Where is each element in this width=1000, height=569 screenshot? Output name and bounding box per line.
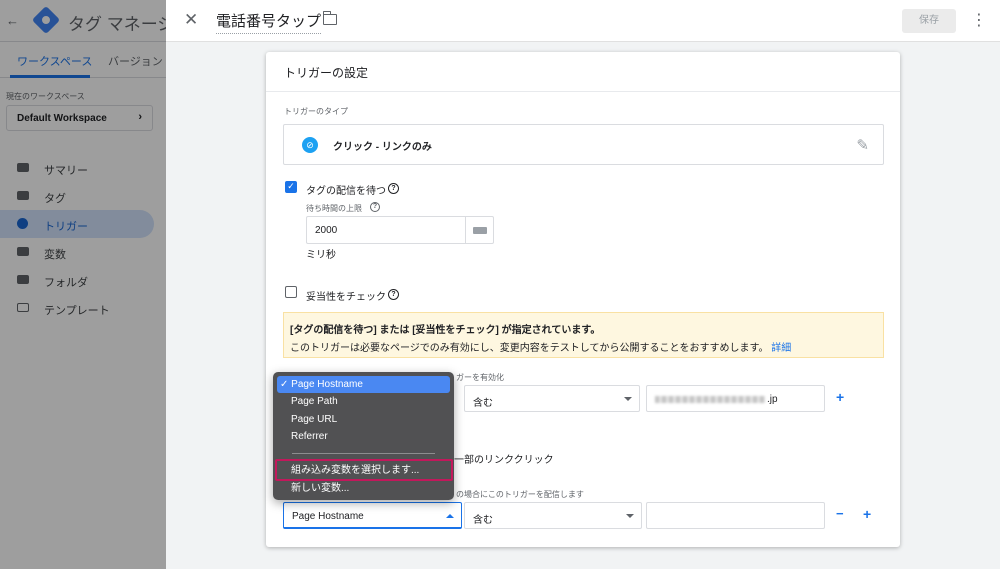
dropdown-item-new-variable[interactable]: 新しい変数...: [277, 480, 450, 497]
link-icon: ⊘: [302, 137, 318, 153]
trigger-type-name: クリック - リンクのみ: [333, 142, 432, 153]
close-icon[interactable]: ✕: [184, 10, 198, 30]
enable-trigger-label: ガーを有効化: [456, 373, 504, 382]
dropdown-separator: [292, 453, 435, 454]
help-icon[interactable]: ?: [388, 289, 399, 300]
variable-picker-button[interactable]: [465, 217, 493, 243]
sheet-header: ✕ 電話番号タップ 保存 ⋮: [166, 0, 1000, 42]
trigger-name-title[interactable]: 電話番号タップ: [216, 10, 322, 34]
card-title: トリガーの設定: [284, 66, 369, 80]
some-link-clicks-label: 一部のリンククリック: [454, 455, 554, 466]
dropdown-item-page-hostname[interactable]: ✓ Page Hostname: [277, 376, 450, 393]
dropdown-item-page-url[interactable]: Page URL: [277, 411, 450, 428]
condition1-operator-select[interactable]: 含む: [464, 385, 640, 412]
dropdown-arrow-icon: [624, 397, 632, 401]
more-vert-icon[interactable]: ⋮: [971, 10, 987, 30]
help-icon[interactable]: ?: [388, 183, 399, 194]
annotation-highlight-box: [275, 459, 453, 481]
warning-text: このトリガーは必要なページでのみ有効にし、変更内容をテストしてから公開することを…: [290, 343, 769, 354]
checkmark-icon: ✓: [280, 379, 292, 390]
dropdown-item-referrer[interactable]: Referrer: [277, 428, 450, 445]
condition2-operator-select[interactable]: 含む: [464, 502, 642, 529]
remove-condition-button[interactable]: −: [836, 506, 844, 521]
warning-body: このトリガーは必要なページでのみ有効にし、変更内容をテストしてから公開することを…: [290, 339, 791, 354]
trigger-type-box[interactable]: ⊘ クリック - リンクのみ ✎: [283, 124, 884, 165]
edit-pencil-icon[interactable]: ✎: [856, 136, 869, 154]
condition2-value-input[interactable]: [646, 502, 825, 529]
variable-brick-icon: [473, 227, 487, 234]
dropdown-arrow-up-icon: [446, 514, 454, 518]
selected-value: 含む: [473, 515, 493, 526]
divider: [266, 91, 900, 92]
milliseconds-label: ミリ秒: [306, 250, 336, 261]
warning-title: [タグの配信を待つ] または [妥当性をチェック] が指定されています。: [290, 325, 601, 336]
wait-limit-value: 2000: [315, 225, 338, 236]
condition1-value-input[interactable]: .jp: [646, 385, 825, 412]
dropdown-item-label: Page Hostname: [291, 379, 363, 390]
wait-for-tags-checkbox[interactable]: ✓: [285, 181, 297, 193]
check-validation-label: 妥当性をチェック: [306, 292, 386, 303]
fire-condition-label: の場合にこのトリガーを配信します: [456, 490, 584, 499]
redacted-hostname: [655, 396, 765, 403]
hostname-suffix: .jp: [767, 394, 778, 405]
add-condition-button[interactable]: +: [863, 506, 871, 522]
check-validation-checkbox[interactable]: [285, 286, 297, 298]
add-condition-button[interactable]: +: [836, 389, 844, 405]
dropdown-arrow-icon: [626, 514, 634, 518]
warning-banner: [タグの配信を待つ] または [妥当性をチェック] が指定されています。 このト…: [283, 312, 884, 358]
learn-more-link[interactable]: 詳細: [771, 343, 791, 354]
dropdown-item-page-path[interactable]: Page Path: [277, 393, 450, 410]
folder-icon[interactable]: [322, 11, 337, 25]
wait-limit-input[interactable]: 2000: [306, 216, 494, 244]
selected-value: 含む: [473, 398, 493, 409]
condition2-variable-select[interactable]: Page Hostname: [283, 502, 462, 529]
wait-for-tags-label: タグの配信を待つ: [306, 186, 386, 197]
trigger-type-label: トリガーのタイプ: [284, 107, 348, 116]
selected-value: Page Hostname: [292, 511, 364, 522]
help-icon[interactable]: ?: [370, 202, 380, 212]
save-button[interactable]: 保存: [902, 9, 956, 33]
wait-limit-label: 待ち時間の上限: [306, 204, 362, 213]
